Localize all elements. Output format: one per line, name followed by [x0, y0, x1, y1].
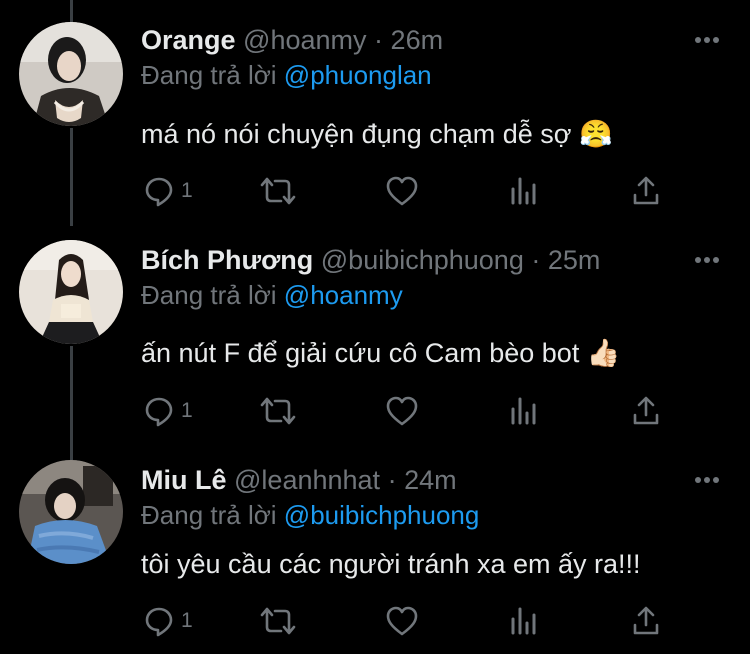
thread-connector-line [70, 128, 73, 226]
reply-button[interactable]: 1 [143, 604, 193, 638]
separator-dot: · [531, 245, 541, 275]
tweet-actions: 1 [141, 174, 671, 208]
retweet-icon [260, 397, 296, 425]
more-options-icon[interactable] [694, 36, 720, 44]
tweet-reply[interactable]: Bích Phương @buibichphuong · 25m Đang tr… [0, 216, 750, 460]
avatar[interactable] [19, 22, 123, 126]
analytics-icon [511, 397, 536, 425]
avatar[interactable] [19, 240, 123, 344]
tweet-header: Bích Phương @buibichphuong · 25m [141, 244, 600, 276]
user-handle[interactable]: @hoanmy [243, 25, 366, 55]
retweet-button[interactable] [259, 174, 297, 208]
tweet-reply[interactable]: Orange @hoanmy · 26m Đang trả lời @phuon… [0, 0, 750, 226]
reply-button[interactable]: 1 [143, 174, 193, 208]
like-icon [386, 606, 418, 636]
like-icon [386, 176, 418, 206]
tweet-text: tôi yêu cầu các người tránh xa em ấy ra!… [141, 547, 641, 581]
retweet-button[interactable] [259, 394, 297, 428]
separator-dot: · [374, 25, 384, 55]
reply-button[interactable]: 1 [143, 394, 193, 428]
share-icon [633, 396, 659, 425]
tweet-header: Miu Lê @leanhnhat · 24m [141, 464, 457, 496]
analytics-button[interactable] [509, 174, 539, 208]
replying-to-line: Đang trả lời @buibichphuong [141, 499, 479, 531]
display-name[interactable]: Bích Phương [141, 245, 313, 275]
reply-thread: Orange @hoanmy · 26m Đang trả lời @phuon… [0, 0, 750, 654]
tweet-text-content: ấn nút F để giải cứu cô Cam bèo bot [141, 338, 580, 368]
reply-icon [145, 177, 173, 207]
tweet-header: Orange @hoanmy · 26m [141, 24, 443, 56]
timestamp[interactable]: 26m [391, 25, 444, 55]
like-button[interactable] [385, 394, 419, 428]
tweet-text-content: má nó nói chuyện đụng chạm dễ sợ [141, 119, 572, 149]
separator-dot: · [387, 465, 397, 495]
analytics-button[interactable] [509, 604, 539, 638]
tweet-text: ấn nút F để giải cứu cô Cam bèo bot 👍🏻 [141, 336, 620, 371]
retweet-button[interactable] [259, 604, 297, 638]
tweet-reply[interactable]: Miu Lê @leanhnhat · 24m Đang trả lời @bu… [0, 436, 750, 654]
reply-count: 1 [181, 399, 193, 422]
tweet-actions: 1 [141, 604, 671, 638]
analytics-icon [511, 177, 536, 205]
analytics-icon [511, 607, 536, 635]
like-icon [386, 396, 418, 426]
more-options-icon[interactable] [694, 256, 720, 264]
like-button[interactable] [385, 174, 419, 208]
replying-to-mention[interactable]: @phuonglan [284, 60, 432, 90]
replying-label: Đang trả lời [141, 500, 277, 530]
reply-icon [145, 607, 173, 637]
tweet-text-content: tôi yêu cầu các người tránh xa em ấy ra!… [141, 549, 641, 579]
reply-icon [145, 397, 173, 427]
replying-label: Đang trả lời [141, 60, 277, 90]
replying-to-line: Đang trả lời @phuonglan [141, 59, 432, 91]
retweet-icon [260, 177, 296, 205]
display-name[interactable]: Miu Lê [141, 465, 227, 495]
more-options-icon[interactable] [694, 476, 720, 484]
tweet-actions: 1 [141, 394, 671, 428]
user-handle[interactable]: @buibichphuong [321, 245, 524, 275]
tweet-text: má nó nói chuyện đụng chạm dễ sợ 😤 [141, 117, 613, 152]
share-button[interactable] [631, 174, 661, 208]
replying-to-mention[interactable]: @buibichphuong [284, 500, 480, 530]
emoji: 👍🏻 [586, 338, 621, 369]
reply-count: 1 [181, 179, 193, 202]
avatar[interactable] [19, 460, 123, 564]
timestamp[interactable]: 24m [404, 465, 457, 495]
share-button[interactable] [631, 394, 661, 428]
emoji: 😤 [579, 119, 613, 150]
like-button[interactable] [385, 604, 419, 638]
analytics-button[interactable] [509, 394, 539, 428]
replying-label: Đang trả lời [141, 280, 277, 310]
retweet-icon [260, 607, 296, 635]
replying-to-mention[interactable]: @hoanmy [284, 280, 403, 310]
share-icon [633, 606, 659, 635]
replying-to-line: Đang trả lời @hoanmy [141, 279, 403, 311]
reply-count: 1 [181, 609, 193, 632]
user-handle[interactable]: @leanhnhat [234, 465, 380, 495]
share-icon [633, 176, 659, 205]
display-name[interactable]: Orange [141, 25, 236, 55]
timestamp[interactable]: 25m [548, 245, 601, 275]
share-button[interactable] [631, 604, 661, 638]
